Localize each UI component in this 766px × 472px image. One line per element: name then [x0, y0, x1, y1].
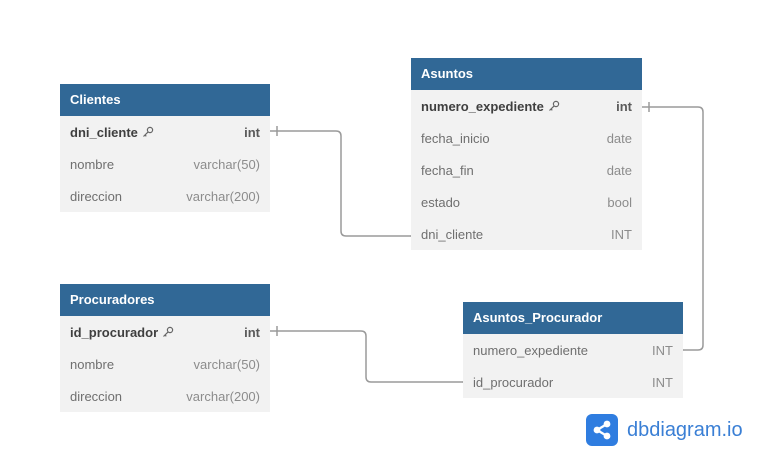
column-type: INT — [652, 374, 673, 390]
column-type: int — [244, 324, 260, 340]
key-icon — [163, 326, 174, 337]
key-icon — [142, 126, 154, 137]
table-row[interactable]: numero_expediente int — [411, 90, 642, 122]
share-nodes-icon — [586, 414, 618, 446]
table-header[interactable]: Asuntos — [411, 58, 642, 90]
table-row[interactable]: direccion varchar(200) — [60, 380, 270, 412]
column-type: bool — [607, 194, 632, 210]
column-name: nombre — [70, 356, 115, 372]
table-row[interactable]: dni_cliente INT — [411, 218, 642, 250]
column-type: varchar(50) — [193, 156, 260, 172]
column-name: fecha_inicio — [421, 130, 490, 146]
table-header[interactable]: Asuntos_Procurador — [463, 302, 683, 334]
table-row[interactable]: nombre varchar(50) — [60, 148, 270, 180]
connector-clientes-asuntos — [270, 130, 411, 237]
column-name: numero_expediente — [421, 99, 560, 114]
table-header[interactable]: Clientes — [60, 84, 270, 116]
column-name: dni_cliente — [70, 125, 154, 140]
table-row[interactable]: id_procurador INT — [463, 366, 683, 398]
column-name: direccion — [70, 188, 123, 204]
brand-text: dbdiagram.io — [627, 418, 743, 441]
table-asuntos[interactable]: Asuntos numero_expediente int fecha_inic… — [411, 58, 642, 250]
table-clientes[interactable]: Clientes dni_cliente int nombre varchar(… — [60, 84, 270, 212]
column-type: date — [606, 130, 632, 146]
table-row[interactable]: id_procurador int — [60, 316, 270, 348]
column-name: nombre — [70, 156, 115, 172]
table-row[interactable]: estado bool — [411, 186, 642, 218]
column-name: id_procurador — [70, 325, 174, 340]
column-type: INT — [611, 226, 632, 242]
table-asuntos-procurador[interactable]: Asuntos_Procurador numero_expediente INT… — [463, 302, 683, 398]
diagram-canvas[interactable]: Clientes dni_cliente int nombre varchar(… — [0, 0, 766, 472]
column-type: date — [606, 162, 632, 178]
column-type: int — [616, 98, 632, 114]
column-type: varchar(50) — [193, 356, 260, 372]
column-name: dni_cliente — [421, 226, 484, 242]
column-type: int — [244, 124, 260, 140]
table-header[interactable]: Procuradores — [60, 284, 270, 316]
table-row[interactable]: fecha_fin date — [411, 154, 642, 186]
connector-procuradores-asuntos-procurador — [270, 330, 463, 383]
column-name: direccion — [70, 388, 123, 404]
column-name: estado — [421, 194, 461, 210]
table-row[interactable]: direccion varchar(200) — [60, 180, 270, 212]
table-row[interactable]: dni_cliente int — [60, 116, 270, 148]
column-name: id_procurador — [473, 374, 554, 390]
column-type: INT — [652, 342, 673, 358]
key-icon — [548, 100, 560, 111]
column-name: fecha_fin — [421, 162, 474, 178]
table-row[interactable]: fecha_inicio date — [411, 122, 642, 154]
table-row[interactable]: numero_expediente INT — [463, 334, 683, 366]
table-row[interactable]: nombre varchar(50) — [60, 348, 270, 380]
table-procuradores[interactable]: Procuradores id_procurador int nombre va… — [60, 284, 270, 412]
dbdiagram-brand[interactable]: dbdiagram.io — [586, 414, 743, 446]
column-type: varchar(200) — [186, 188, 260, 204]
column-name: numero_expediente — [473, 342, 588, 358]
column-type: varchar(200) — [186, 388, 260, 404]
